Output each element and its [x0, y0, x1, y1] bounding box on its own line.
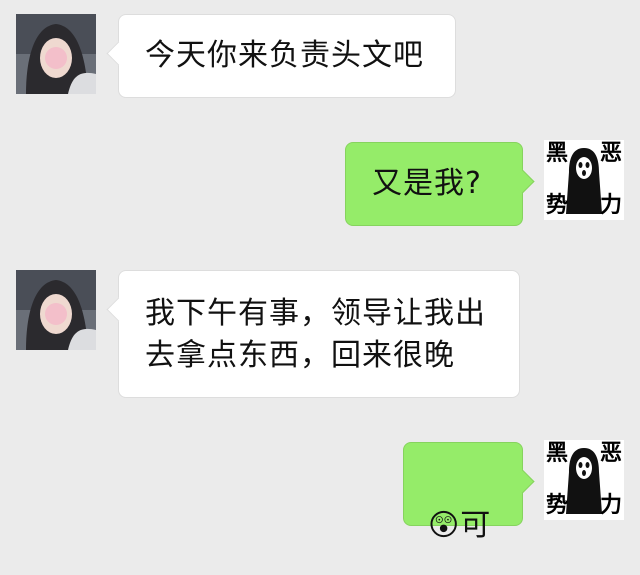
- bubble-tail: [106, 297, 131, 322]
- seal-char: 黑: [546, 141, 569, 166]
- contact-photo: [16, 270, 96, 350]
- message-bubble-received[interactable]: 我下午有事，领导让我出 去拿点东西，回来很晚: [106, 270, 520, 398]
- seal-char: 势: [546, 493, 569, 518]
- user-avatar[interactable]: 黑 恶 势 力: [544, 440, 624, 520]
- astonished-face-icon: 😲: [428, 508, 461, 543]
- message-bubble-sent[interactable]: 😲可: [403, 442, 535, 543]
- seal-char: 力: [600, 193, 623, 218]
- seal-char: 恶: [600, 441, 623, 466]
- message-bubble-sent[interactable]: 又是我?: [345, 142, 535, 226]
- contact-photo: [16, 14, 96, 94]
- message-text: 我下午有事，领导让我出 去拿点东西，回来很晚: [145, 296, 486, 373]
- message-text: 又是我?: [372, 166, 482, 201]
- message-text: 可: [460, 508, 492, 543]
- contact-avatar[interactable]: [16, 270, 96, 350]
- user-avatar[interactable]: 黑 恶 势 力: [544, 140, 624, 220]
- seal-char: 势: [546, 193, 569, 218]
- seal-char: 恶: [600, 141, 623, 166]
- bubble-tail: [106, 41, 131, 66]
- contact-avatar[interactable]: [16, 14, 96, 94]
- seal-char: 力: [600, 493, 623, 518]
- seal-char: 黑: [546, 441, 569, 466]
- message-text: 今天你来负责头文吧: [145, 38, 424, 73]
- message-bubble-received[interactable]: 今天你来负责头文吧: [106, 14, 456, 98]
